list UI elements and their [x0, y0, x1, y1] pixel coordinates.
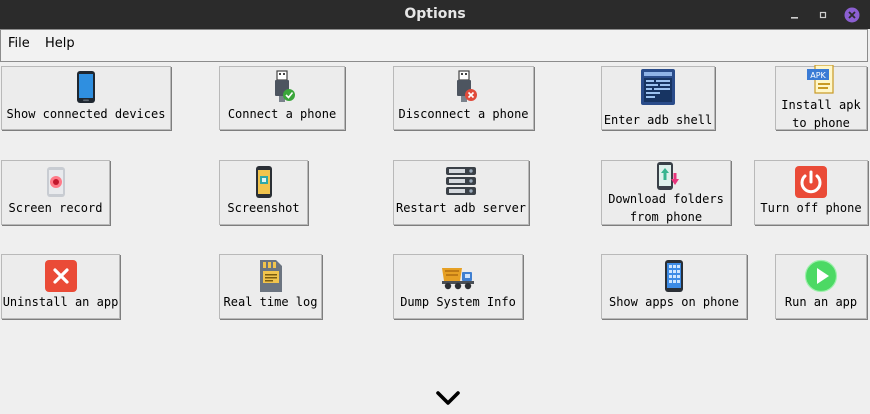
download-folders-button[interactable]: Download folders from phone [601, 160, 731, 225]
button-label: Uninstall an app [2, 295, 119, 309]
dump-system-info-button[interactable]: Dump System Info [393, 254, 523, 319]
play-icon [804, 259, 838, 293]
close-window-icon[interactable] [844, 7, 860, 23]
download-phone-icon [657, 162, 679, 190]
button-label: Connect a phone [227, 107, 337, 121]
menu-help[interactable]: Help [45, 36, 75, 51]
apps-grid-icon [665, 260, 683, 292]
screenshot-button[interactable]: Screenshot [219, 160, 308, 225]
menu-bar: File Help [0, 29, 868, 62]
button-label: Turn off phone [760, 201, 862, 215]
button-label: Show apps on phone [608, 295, 740, 309]
uninstall-app-button[interactable]: Uninstall an app [1, 254, 120, 319]
button-label: Show connected devices [6, 107, 166, 121]
button-label: Screen record [8, 201, 103, 215]
power-icon [795, 166, 827, 198]
button-label: Real time log [223, 295, 318, 309]
window-title: Options [404, 6, 466, 22]
minimize-icon[interactable] [787, 7, 803, 23]
connect-phone-button[interactable]: Connect a phone [219, 66, 345, 130]
title-bar: Options [0, 0, 870, 29]
enter-adb-shell-button[interactable]: Enter adb shell [601, 66, 715, 130]
button-label: Run an app [784, 295, 858, 309]
usb-disconnect-icon [456, 70, 477, 102]
button-label: Download folders from phone [608, 192, 724, 224]
disconnect-phone-button[interactable]: Disconnect a phone [393, 66, 534, 130]
maximize-icon[interactable] [815, 7, 831, 23]
menu-file[interactable]: File [8, 36, 30, 51]
real-time-log-button[interactable]: Real time log [219, 254, 322, 319]
run-app-button[interactable]: Run an app [775, 254, 867, 319]
chevron-down-icon[interactable] [434, 387, 462, 409]
show-apps-button[interactable]: Show apps on phone [601, 254, 747, 319]
install-apk-button[interactable]: APK Install apk to phone [775, 65, 867, 130]
smartphone-icon [77, 71, 95, 103]
button-label: Restart adb server [395, 201, 527, 215]
restart-adb-server-button[interactable]: Restart adb server [393, 160, 529, 225]
usb-connect-icon [275, 70, 295, 102]
server-icon [446, 167, 476, 195]
show-connected-devices-button[interactable]: Show connected devices [1, 66, 171, 130]
button-label: Enter adb shell [603, 113, 713, 127]
terminal-icon [641, 69, 675, 105]
button-label: Screenshot [227, 201, 300, 215]
svg-text:APK: APK [810, 71, 826, 80]
record-icon [46, 167, 65, 197]
log-sdcard-icon [259, 260, 282, 292]
screenshot-icon [255, 166, 272, 198]
dump-truck-icon [442, 268, 474, 290]
screen-record-button[interactable]: Screen record [1, 160, 110, 225]
apk-file-icon: APK [807, 65, 834, 94]
button-label: Dump System Info [400, 295, 516, 309]
turn-off-phone-button[interactable]: Turn off phone [754, 160, 868, 225]
button-label: Install apk to phone [781, 98, 861, 130]
close-icon [44, 260, 77, 292]
button-label: Disconnect a phone [398, 107, 529, 121]
